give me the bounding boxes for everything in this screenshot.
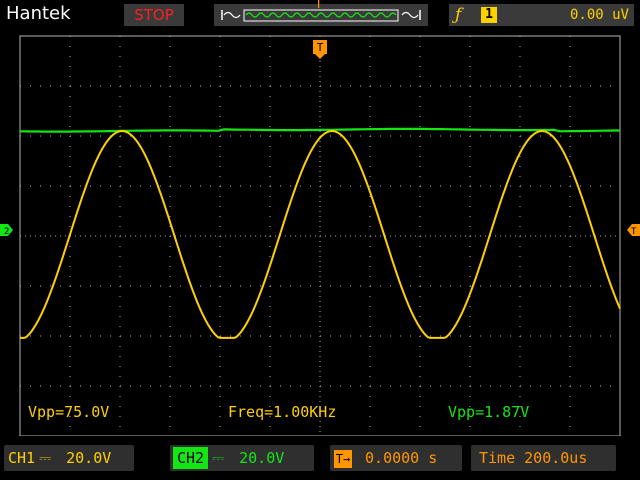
timebase-position-strip[interactable]: T (214, 0, 428, 26)
trigger-arrow-icon: T→ (334, 449, 352, 468)
ch1-frequency-readout: Freq=1.00KHz (228, 403, 337, 421)
timebase-trigger-marker: T (315, 0, 323, 11)
top-status-bar: Hantek STOP T ƒ 1 0.00 uV (0, 0, 640, 30)
timebase-box[interactable]: Time 200.0us (471, 445, 616, 471)
rising-edge-icon: ƒ (455, 5, 462, 25)
dc-coupling-icon: ⎓ (212, 449, 225, 467)
svg-text:T: T (631, 227, 637, 237)
trigger-position-value: 0.0000 s (365, 449, 438, 467)
trigger-settings-panel[interactable]: ƒ 1 0.00 uV (449, 4, 634, 26)
ch2-scale-value: 20.0V (239, 449, 285, 467)
dc-coupling-icon: ⎓ (39, 449, 52, 467)
ch1-scale-box[interactable]: CH1 ⎓ 20.0V (4, 445, 134, 471)
graticule-grid (19, 35, 621, 436)
trigger-source-badge: 1 (481, 7, 497, 23)
brand-logo: Hantek (6, 3, 71, 24)
waveform-display[interactable]: T 2 T (0, 30, 640, 436)
trigger-position-box[interactable]: T→ 0.0000 s (330, 445, 462, 471)
ch1-ground-marker[interactable]: 2 (0, 224, 13, 237)
trigger-level-marker[interactable]: T (627, 224, 640, 237)
trigger-marker-label: T (317, 41, 324, 54)
ch2-scale-box[interactable]: CH2 ⎓ 20.0V (170, 445, 314, 471)
trigger-position-marker[interactable]: T (313, 40, 327, 59)
ch1-label: CH1 (8, 449, 36, 467)
ch2-label: CH2 (173, 447, 209, 469)
ch1-scale-value: 20.0V (66, 449, 112, 467)
ch2-vpp-readout: Vpp=1.87V (448, 403, 530, 421)
svg-text:2: 2 (4, 227, 9, 237)
trigger-level-readout: 0.00 uV (569, 7, 629, 23)
bottom-status-bar: CH1 ⎓ 20.0V CH2 ⎓ 20.0V T→ 0.0000 s Time 2… (0, 436, 640, 480)
run-stop-indicator[interactable]: STOP (124, 4, 184, 26)
timebase-value: Time 200.0us (479, 449, 588, 467)
ch1-vpp-readout: Vpp=75.0V (28, 403, 110, 421)
